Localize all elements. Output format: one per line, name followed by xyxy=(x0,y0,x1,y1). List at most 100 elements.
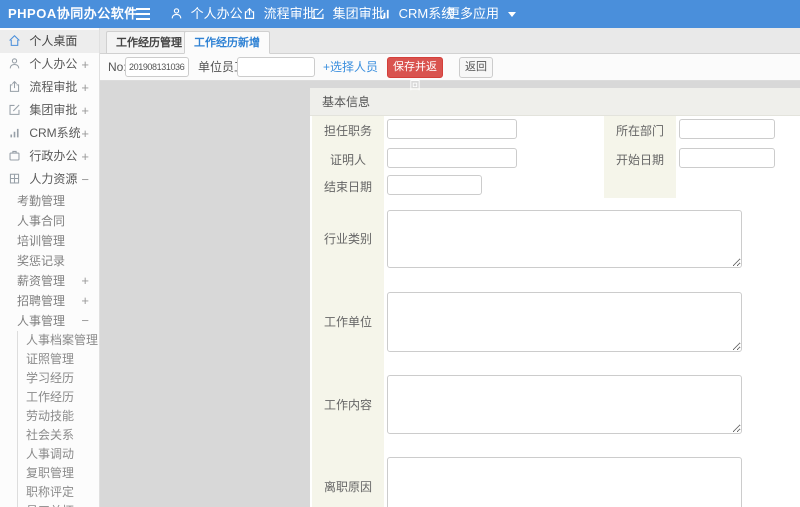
expand-icon[interactable]: + xyxy=(81,271,89,291)
sidebar-item-label: 招聘管理 xyxy=(17,294,66,308)
sidebar-item-reinstatement[interactable]: 复职管理 xyxy=(18,464,99,483)
sidebar-item-work-history[interactable]: 工作经历 xyxy=(18,388,99,407)
sidebar-item-label: CRM系统 xyxy=(29,126,81,140)
sidebar-item-crm[interactable]: CRM系统 + xyxy=(0,122,99,145)
company-textarea[interactable] xyxy=(387,292,742,352)
job-content-textarea[interactable] xyxy=(387,375,742,434)
topnav-personal-office[interactable]: 个人办公 xyxy=(170,0,243,28)
content-area: 基本信息 担任职务 所在部门 证明人 开始日期 结束日期 行业类别 工作单位 工… xyxy=(100,81,800,507)
expand-icon[interactable]: − xyxy=(81,168,89,191)
topnav-label: 集团审批 xyxy=(332,6,385,21)
sidebar-item-label: 考勤管理 xyxy=(17,194,66,208)
sidebar-item-recruit[interactable]: 招聘管理 + xyxy=(0,291,99,311)
sidebar-item-labor-skills[interactable]: 劳动技能 xyxy=(18,407,99,426)
tab-work-history-manage[interactable]: 工作经历管理 xyxy=(106,31,192,54)
app-logo: PHPOA协同办公软件 xyxy=(8,6,138,21)
sidebar-item-label: 流程审批 xyxy=(29,80,78,94)
caret-down-icon xyxy=(507,12,516,17)
select-person-link[interactable]: +选择人员 xyxy=(323,54,378,81)
start-date-input[interactable] xyxy=(679,148,775,168)
topnav-crm[interactable]: CRM系统 xyxy=(378,0,454,28)
sidebar-item-admin-office[interactable]: 行政办公 + xyxy=(0,145,99,168)
sidebar-item-attendance[interactable]: 考勤管理 xyxy=(0,191,99,211)
topnav-label: CRM系统 xyxy=(398,6,455,21)
user-icon xyxy=(8,55,21,78)
return-button[interactable]: 返回 xyxy=(459,57,493,78)
industry-textarea[interactable] xyxy=(387,210,742,268)
job-content-label: 工作内容 xyxy=(323,398,372,412)
expand-icon[interactable]: + xyxy=(81,99,89,122)
sidebar-item-label: 薪资管理 xyxy=(17,274,66,288)
tab-strip: 工作经历管理 工作经历新增 xyxy=(100,28,800,54)
sidebar-item-hr-contract[interactable]: 人事合同 xyxy=(0,211,99,231)
department-input[interactable] xyxy=(679,119,775,139)
sidebar-item-label: 人事调动 xyxy=(26,447,75,461)
start-date-label: 开始日期 xyxy=(615,153,664,167)
witness-input[interactable] xyxy=(387,148,517,168)
sidebar-item-training[interactable]: 培训管理 xyxy=(0,231,99,251)
topnav-workflow-approval[interactable]: 流程审批 xyxy=(243,0,316,28)
sidebar-item-personal-office[interactable]: 个人办公 + xyxy=(0,53,99,76)
sidebar-item-title-evaluation[interactable]: 职称评定 xyxy=(18,483,99,502)
sidebar-item-employee-care[interactable]: 员工关怀 xyxy=(18,502,99,507)
expand-icon[interactable]: + xyxy=(81,122,89,145)
sidebar-item-label: 培训管理 xyxy=(17,234,66,248)
sidebar-item-workflow-approval[interactable]: 流程审批 + xyxy=(0,76,99,99)
sidebar-item-education-history[interactable]: 学习经历 xyxy=(18,369,99,388)
sidebar-item-personnel[interactable]: 人事管理 − xyxy=(0,311,99,331)
witness-label: 证明人 xyxy=(329,153,366,167)
no-label: No: xyxy=(108,60,127,74)
edit-approval-icon xyxy=(8,101,21,124)
sidebar-item-social-relations[interactable]: 社会关系 xyxy=(18,426,99,445)
sidebar-item-label: 奖惩记录 xyxy=(17,254,66,268)
expand-icon[interactable]: + xyxy=(81,53,89,76)
expand-icon[interactable]: − xyxy=(81,311,89,331)
sidebar-item-label: 社会关系 xyxy=(26,428,75,442)
edit-approval-icon xyxy=(312,2,325,30)
sidebar-item-salary[interactable]: 薪资管理 + xyxy=(0,271,99,291)
home-icon xyxy=(8,32,21,55)
sidebar-item-rewards[interactable]: 奖惩记录 xyxy=(0,251,99,271)
sidebar: 个人桌面 个人办公 + 流程审批 + 集团审批 + CRM系统 + 行政办公 + xyxy=(0,28,100,507)
tab-work-history-new[interactable]: 工作经历新增 xyxy=(184,31,270,54)
sidebar-item-label: 人力资源 xyxy=(29,172,78,186)
save-and-return-button[interactable]: 保存并返回 xyxy=(387,57,443,92)
sidebar-item-personnel-transfer[interactable]: 人事调动 xyxy=(18,445,99,464)
sidebar-item-label: 人事档案管理 xyxy=(26,333,99,347)
sidebar-item-label: 个人桌面 xyxy=(29,34,78,48)
sidebar-item-label: 工作经历 xyxy=(26,390,75,404)
record-no-input[interactable] xyxy=(125,57,189,77)
topnav-group-approval[interactable]: 集团审批 xyxy=(312,0,385,28)
industry-label: 行业类别 xyxy=(323,232,372,246)
expand-icon[interactable]: + xyxy=(81,145,89,168)
label-column-left xyxy=(312,116,384,507)
end-date-label: 结束日期 xyxy=(323,180,372,194)
sidebar-item-personal-desktop[interactable]: 个人桌面 xyxy=(0,30,99,53)
position-label: 担任职务 xyxy=(323,124,372,138)
briefcase-icon xyxy=(8,147,21,170)
user-icon xyxy=(170,2,183,30)
workflow-upload-icon xyxy=(8,78,21,101)
personnel-submenu: 人事档案管理 证照管理 学习经历 工作经历 劳动技能 社会关系 人事调动 复职管… xyxy=(17,331,99,507)
expand-icon[interactable]: + xyxy=(81,76,89,99)
sidebar-item-certificates[interactable]: 证照管理 xyxy=(18,350,99,369)
topnav-label: 个人办公 xyxy=(190,6,243,21)
expand-icon[interactable]: + xyxy=(81,291,89,311)
employee-input[interactable] xyxy=(237,57,315,77)
bar-chart-icon xyxy=(8,124,21,147)
sidebar-item-label: 人事管理 xyxy=(17,314,66,328)
position-input[interactable] xyxy=(387,119,517,139)
form-panel: 基本信息 担任职务 所在部门 证明人 开始日期 结束日期 行业类别 工作单位 工… xyxy=(310,88,800,507)
leave-reason-textarea[interactable] xyxy=(387,457,742,507)
company-label: 工作单位 xyxy=(323,315,372,329)
topnav-label: 流程审批 xyxy=(263,6,316,21)
toolbar: No: 单位员工: +选择人员 保存并返回 返回 xyxy=(100,54,800,92)
end-date-input[interactable] xyxy=(387,175,482,195)
main-area: 工作经历管理 工作经历新增 No: 单位员工: +选择人员 保存并返回 返回 基… xyxy=(100,28,800,507)
sidebar-item-group-approval[interactable]: 集团审批 + xyxy=(0,99,99,122)
sidebar-item-hr[interactable]: 人力资源 − xyxy=(0,168,99,191)
hamburger-menu-icon[interactable] xyxy=(135,7,151,21)
sidebar-item-personnel-archive[interactable]: 人事档案管理 xyxy=(18,331,99,350)
topnav-more-apps[interactable]: 更多应用 xyxy=(447,0,516,28)
workflow-upload-icon xyxy=(243,2,256,30)
